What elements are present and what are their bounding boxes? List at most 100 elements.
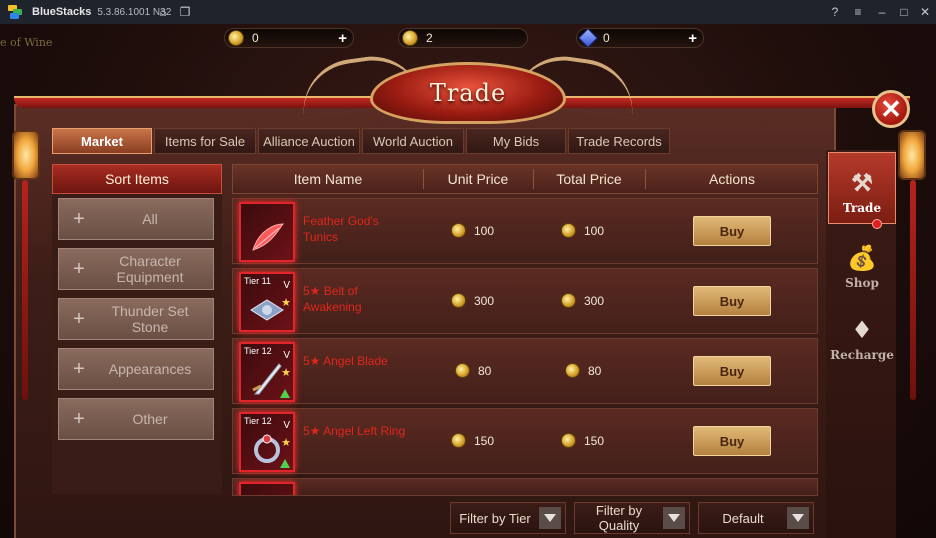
- lantern-right-icon: [898, 130, 926, 180]
- plus-icon: +: [73, 207, 85, 230]
- currency-value: 0: [603, 31, 610, 45]
- filter-label: Filter by Tier: [459, 510, 531, 526]
- buy-button[interactable]: Buy: [693, 426, 771, 456]
- side-nav-recharge[interactable]: ♦ Recharge: [828, 298, 896, 370]
- filter-label: Filter by Quality: [595, 503, 643, 533]
- table-row[interactable]: Tier 12 V ★ 5★ Angel Left Ring 150 150 B…: [232, 408, 818, 474]
- tab-trade-records[interactable]: Trade Records: [568, 128, 670, 154]
- money-bag-icon: 💰: [847, 242, 877, 272]
- item-icon[interactable]: Tier 12 V ★: [239, 342, 295, 402]
- item-icon[interactable]: [239, 202, 295, 262]
- gold-coin-icon: [451, 293, 466, 308]
- sort-item-all[interactable]: + All: [58, 198, 214, 240]
- filter-by-quality-dropdown[interactable]: Filter by Quality: [574, 502, 690, 534]
- total-price: 100: [561, 223, 604, 238]
- tab-world-auction[interactable]: World Auction: [362, 128, 464, 154]
- total-price: 150: [561, 433, 604, 448]
- side-nav-label: Recharge: [830, 348, 894, 362]
- column-actions: Actions: [709, 171, 755, 187]
- column-item-name: Item Name: [293, 171, 363, 187]
- sort-item-label: Appearances: [108, 361, 192, 377]
- item-icon[interactable]: Tier 12 V ★: [239, 412, 295, 472]
- plus-icon: +: [73, 407, 85, 430]
- belt-icon: [250, 299, 284, 321]
- filter-by-tier-dropdown[interactable]: Filter by Tier: [450, 502, 566, 534]
- dropdown-arrow-icon: [663, 507, 685, 529]
- tab-market[interactable]: Market: [52, 128, 152, 154]
- gavel-icon: ⚒: [851, 167, 873, 197]
- gold-coin-icon: [561, 223, 576, 238]
- side-nav-trade[interactable]: ⚒ Trade: [828, 152, 896, 224]
- tab-alliance-auction[interactable]: Alliance Auction: [258, 128, 360, 154]
- sort-item-character-equipment[interactable]: + Character Equipment: [58, 248, 214, 290]
- item-name: 5★ Angel Blade: [303, 354, 388, 368]
- close-icon[interactable]: ✕: [918, 5, 932, 19]
- gold-coin-icon: [451, 223, 466, 238]
- column-total-price: Total Price: [556, 171, 622, 187]
- unit-price: 100: [451, 223, 494, 238]
- sort-items-header: Sort Items: [52, 164, 222, 194]
- app-root: BlueStacks 5.3.86.1001 N32 ⌂ ❐ ? ≡ – □ ✕…: [0, 0, 936, 538]
- gold-coin-icon: [561, 293, 576, 308]
- close-trade-button[interactable]: ✕: [872, 90, 910, 128]
- buy-button[interactable]: Buy: [693, 216, 771, 246]
- table-row[interactable]: [232, 478, 818, 496]
- plus-icon: +: [73, 307, 85, 330]
- market-table-header: Item Name Unit Price Total Price Actions: [232, 164, 818, 194]
- sort-order-dropdown[interactable]: Default: [698, 502, 814, 534]
- multi-instance-icon[interactable]: ❐: [178, 5, 192, 19]
- emulator-titlebar: BlueStacks 5.3.86.1001 N32 ⌂ ❐ ? ≡ – □ ✕: [0, 0, 936, 24]
- currency-value: 2: [426, 31, 433, 45]
- plus-icon: +: [73, 257, 85, 280]
- sort-item-appearances[interactable]: + Appearances: [58, 348, 214, 390]
- item-icon[interactable]: [239, 482, 295, 495]
- minimize-icon[interactable]: –: [875, 5, 889, 19]
- gold-coin-icon: [561, 433, 576, 448]
- maximize-icon[interactable]: □: [897, 5, 911, 19]
- gold-coin-icon: [565, 363, 580, 378]
- hanging-ribbon-left: [22, 180, 28, 400]
- gold-coin-icon: [455, 363, 470, 378]
- table-row[interactable]: Tier 12 V ★ 5★ Angel Blade 80 80 Buy: [232, 338, 818, 404]
- sort-item-label: All: [142, 211, 158, 227]
- item-name: Feather God's Tunics: [303, 214, 379, 244]
- tier-label: Tier 11: [244, 276, 272, 286]
- tab-my-bids[interactable]: My Bids: [466, 128, 566, 154]
- total-price: 300: [561, 293, 604, 308]
- tab-items-for-sale[interactable]: Items for Sale: [154, 128, 256, 154]
- unit-price: 80: [455, 363, 491, 378]
- lantern-left-icon: [12, 130, 40, 180]
- home-icon[interactable]: ⌂: [156, 5, 170, 19]
- sort-item-label: Other: [132, 411, 168, 427]
- emulator-title: BlueStacks: [32, 6, 92, 18]
- recharge-bag-icon: ♦: [851, 314, 873, 344]
- add-gold-button[interactable]: +: [338, 30, 347, 47]
- blade-icon: [252, 363, 282, 395]
- help-icon[interactable]: ?: [828, 5, 842, 19]
- table-row[interactable]: Tier 11 V ★ 5★ Belt of Awakening 300 300 …: [232, 268, 818, 334]
- side-nav-shop[interactable]: 💰 Shop: [828, 226, 896, 298]
- buy-button[interactable]: Buy: [693, 286, 771, 316]
- menu-icon[interactable]: ≡: [851, 5, 865, 19]
- gold-coin-icon: [228, 30, 244, 46]
- item-name: 5★ Belt of Awakening: [303, 284, 362, 314]
- unit-price: 300: [451, 293, 494, 308]
- gem-icon: [578, 28, 598, 48]
- unit-price: 150: [451, 433, 494, 448]
- currency-gold-bag: 2: [398, 28, 528, 48]
- gold-coin-icon: [451, 433, 466, 448]
- add-gem-button[interactable]: +: [688, 30, 697, 47]
- page-title: Trade: [429, 79, 507, 107]
- item-icon[interactable]: Tier 11 V ★: [239, 272, 295, 332]
- buy-button[interactable]: Buy: [693, 356, 771, 386]
- gold-bag-icon: [402, 30, 418, 46]
- plus-icon: +: [73, 357, 85, 380]
- sort-item-other[interactable]: + Other: [58, 398, 214, 440]
- sort-item-label: Thunder Set Stone: [111, 303, 189, 335]
- dropdown-arrow-icon: [539, 507, 561, 529]
- sort-item-thunder-set-stone[interactable]: + Thunder Set Stone: [58, 298, 214, 340]
- side-nav-label: Shop: [845, 276, 879, 290]
- side-nav-label: Trade: [842, 201, 882, 215]
- tier-label: Tier 12: [244, 346, 272, 356]
- table-row[interactable]: Feather God's Tunics 100 100 Buy: [232, 198, 818, 264]
